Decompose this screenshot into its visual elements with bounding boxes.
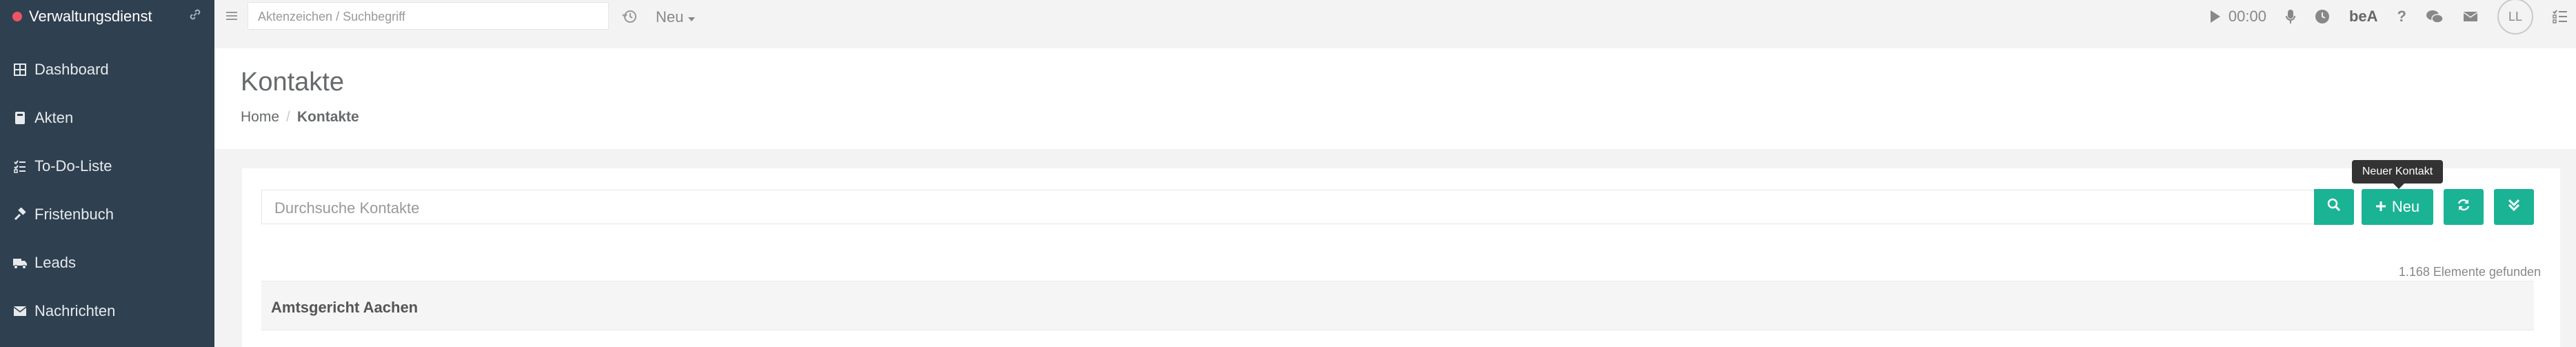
search-icon <box>2327 198 2341 216</box>
microphone-icon[interactable] <box>2285 9 2295 24</box>
list-icon <box>12 159 28 174</box>
contact-group-header[interactable]: Amtsgericht Aachen <box>261 281 2534 330</box>
gavel-icon <box>12 207 28 222</box>
refresh-button[interactable] <box>2444 189 2484 225</box>
global-search-placeholder: Aktenzeichen / Suchbegriff <box>258 10 405 23</box>
new-contact-tooltip: Neuer Kontakt <box>2352 160 2443 189</box>
new-dropdown-label: Neu <box>656 8 684 26</box>
contacts-panel: Durchsuche Kontakte Neuer Kontakt Neu 1.… <box>242 160 2560 347</box>
sidebar-item-label: Akten <box>34 109 74 126</box>
dashboard-icon <box>12 62 28 77</box>
timer-display: 00:00 <box>2228 8 2266 25</box>
breadcrumb-current: Kontakte <box>296 109 359 125</box>
sidebar-item-nachrichten[interactable]: Nachrichten <box>0 287 214 335</box>
sidebar: Verwaltungsdienst Dashboard Akten To-Do-… <box>0 0 214 347</box>
sidebar-nav: Dashboard Akten To-Do-Liste Fristenbuch … <box>0 46 214 335</box>
page-title: Kontakte <box>241 68 344 97</box>
new-contact-button-label: Neu <box>2391 198 2420 215</box>
breadcrumb-home[interactable]: Home <box>241 109 279 126</box>
search-button[interactable] <box>2314 189 2354 225</box>
bea-link[interactable]: beA <box>2349 8 2378 26</box>
sidebar-item-leads[interactable]: Leads <box>0 239 214 287</box>
sidebar-item-label: Fristenbuch <box>34 206 114 223</box>
sidebar-item-label: Leads <box>34 254 76 271</box>
sidebar-item-label: Nachrichten <box>34 302 116 319</box>
new-contact-button[interactable]: Neu <box>2362 189 2433 225</box>
topbar-right: 00:00 beA ? LL <box>2209 0 2576 34</box>
sidebar-item-label: To-Do-Liste <box>34 157 112 175</box>
play-icon[interactable] <box>2209 10 2222 23</box>
caret-down-icon <box>687 8 696 26</box>
book-icon <box>12 110 28 126</box>
global-search-input[interactable]: Aktenzeichen / Suchbegriff <box>248 2 609 30</box>
status-dot-icon <box>12 12 22 21</box>
refresh-icon <box>2457 198 2471 216</box>
sidebar-item-akten[interactable]: Akten <box>0 94 214 142</box>
chat-icon[interactable] <box>2426 9 2444 24</box>
envelope-icon <box>12 304 28 319</box>
breadcrumb: Home / Kontakte <box>241 109 359 126</box>
sidebar-item-fristenbuch[interactable]: Fristenbuch <box>0 190 214 239</box>
contact-search-input[interactable]: Durchsuche Kontakte <box>261 190 2316 224</box>
link-icon[interactable] <box>188 8 202 26</box>
app-title: Verwaltungsdienst <box>29 8 152 25</box>
contact-search-placeholder: Durchsuche Kontakte <box>274 199 420 217</box>
results-count: 1.168 Elemente gefunden <box>2398 265 2541 279</box>
page-heading: Kontakte Home / Kontakte <box>214 48 2576 149</box>
sidebar-item-dashboard[interactable]: Dashboard <box>0 46 214 94</box>
help-icon[interactable]: ? <box>2397 8 2406 26</box>
sidebar-item-label: Dashboard <box>34 61 109 78</box>
expand-all-button[interactable] <box>2494 189 2534 225</box>
user-avatar[interactable]: LL <box>2497 0 2533 34</box>
brand[interactable]: Verwaltungsdienst <box>12 0 202 33</box>
history-icon[interactable] <box>621 8 638 25</box>
new-dropdown[interactable]: Neu <box>656 8 696 26</box>
clock-icon[interactable] <box>2315 9 2330 24</box>
chevron-double-down-icon <box>2508 198 2520 216</box>
sidebar-item-todo[interactable]: To-Do-Liste <box>0 142 214 190</box>
menu-toggle-icon[interactable] <box>224 8 239 23</box>
plus-icon <box>2375 198 2386 216</box>
breadcrumb-separator: / <box>286 109 290 125</box>
top-navbar: Aktenzeichen / Suchbegriff Neu 00:00 beA… <box>214 0 2576 34</box>
truck-icon <box>12 255 28 270</box>
task-list-icon[interactable] <box>2553 10 2568 23</box>
mail-icon[interactable] <box>2463 10 2478 23</box>
